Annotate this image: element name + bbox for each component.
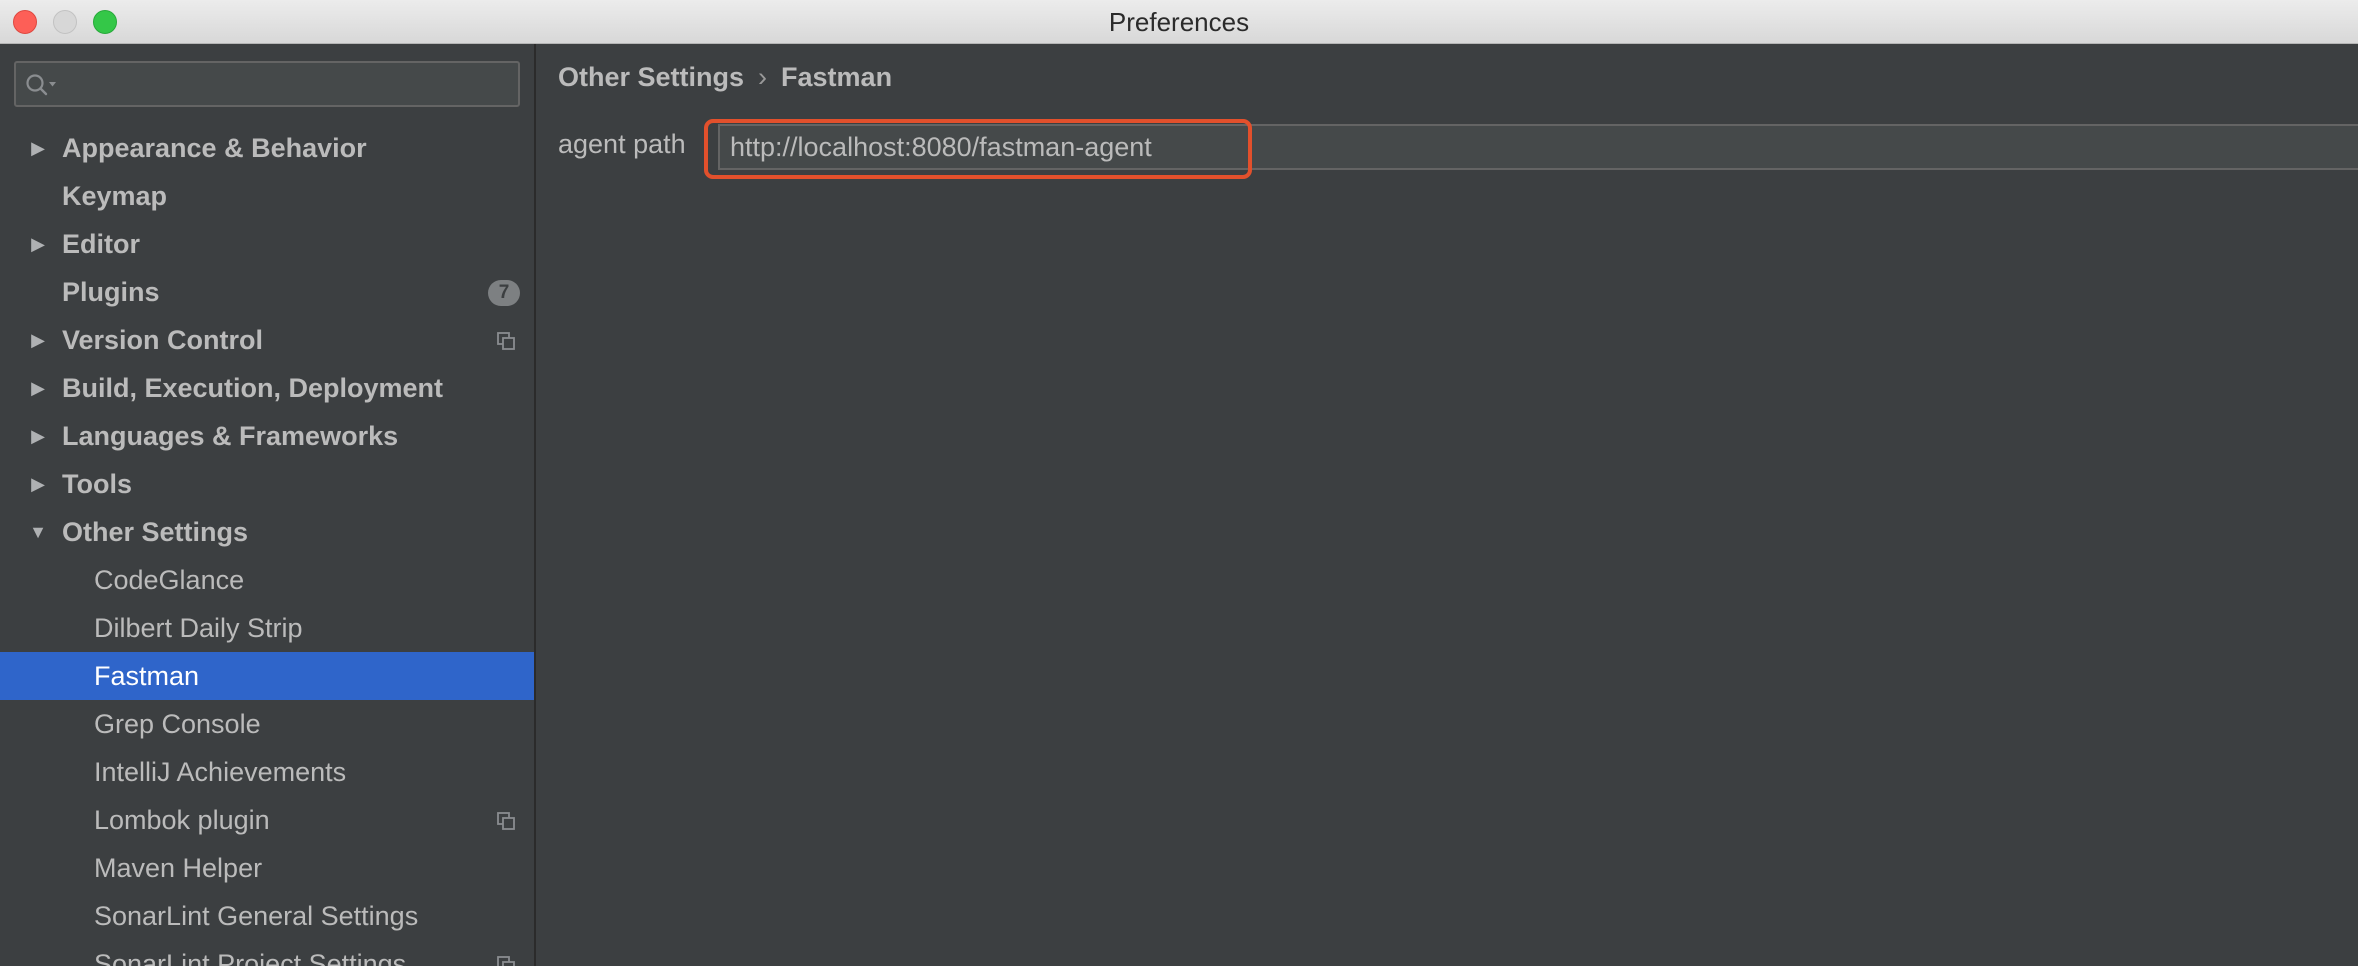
settings-tree: ▶ Appearance & Behavior Keymap ▶ Editor … [0,124,534,966]
breadcrumb-current: Fastman [781,62,893,92]
tree-item-label: Tools [62,469,132,499]
tree-item-build-execution-deployment[interactable]: ▶ Build, Execution, Deployment [0,364,534,412]
tree-item-codeglance[interactable]: CodeGlance [0,556,534,604]
tree-item-plugins[interactable]: Plugins 7 [0,268,534,316]
tree-item-label: Other Settings [62,517,249,547]
tree-item-intellij-achievements[interactable]: IntelliJ Achievements [0,748,534,796]
project-settings-icon [497,332,515,350]
tree-item-label: Editor [62,229,140,259]
tree-item-label: Version Control [62,325,264,355]
expand-arrow-icon[interactable]: ▶ [26,124,50,172]
expand-arrow-icon[interactable]: ▶ [26,316,50,364]
tree-item-languages-frameworks[interactable]: ▶ Languages & Frameworks [0,412,534,460]
tree-item-version-control[interactable]: ▶ Version Control [0,316,534,364]
tree-item-keymap[interactable]: Keymap [0,172,534,220]
tree-item-fastman[interactable]: Fastman [0,652,534,700]
tree-item-grep-console[interactable]: Grep Console [0,700,534,748]
window-title: Preferences [1108,7,1250,37]
agent-path-label: agent path [558,129,686,159]
tree-item-label: CodeGlance [94,565,245,595]
title-bar: Preferences [0,0,2358,44]
tree-item-editor[interactable]: ▶ Editor [0,220,534,268]
tree-item-sonarlint-general-settings[interactable]: SonarLint General Settings [0,892,534,940]
breadcrumb-separator-icon: › [758,62,768,92]
breadcrumb-parent: Other Settings [558,62,745,92]
expand-arrow-icon[interactable]: ▶ [26,220,50,268]
tree-item-label: SonarLint Project Settings [94,949,407,966]
tree-item-dilbert-daily-strip[interactable]: Dilbert Daily Strip [0,604,534,652]
tree-item-label: Grep Console [94,709,261,739]
tree-item-label: Fastman [94,661,200,691]
tree-item-maven-helper[interactable]: Maven Helper [0,844,534,892]
tree-item-tools[interactable]: ▶ Tools [0,460,534,508]
settings-sidebar: ▶ Appearance & Behavior Keymap ▶ Editor … [0,44,536,966]
collapse-arrow-icon[interactable]: ▼ [26,508,50,556]
tree-item-other-settings[interactable]: ▼ Other Settings [0,508,534,556]
tree-item-label: Appearance & Behavior [62,133,367,163]
preferences-window: Preferences ▶ Appearance & Behavior Keym… [0,0,2358,966]
tree-item-label: SonarLint General Settings [94,901,419,931]
settings-search-input[interactable] [14,61,520,107]
tree-item-label: Maven Helper [94,853,263,883]
breadcrumb: Other Settings › Fastman [558,59,892,95]
settings-content-panel: Other Settings › Fastman agent path [538,44,2358,966]
expand-arrow-icon[interactable]: ▶ [26,460,50,508]
tree-item-label: Build, Execution, Deployment [62,373,444,403]
tree-item-sonarlint-project-settings[interactable]: SonarLint Project Settings [0,940,534,966]
tree-item-lombok-plugin[interactable]: Lombok plugin [0,796,534,844]
tree-item-label: Languages & Frameworks [62,421,399,451]
tree-item-appearance-behavior[interactable]: ▶ Appearance & Behavior [0,124,534,172]
expand-arrow-icon[interactable]: ▶ [26,364,50,412]
plugins-update-badge: 7 [488,280,520,306]
expand-arrow-icon[interactable]: ▶ [26,412,50,460]
project-settings-icon [497,812,515,830]
agent-path-input[interactable] [718,124,2358,170]
tree-item-label: Plugins [62,277,160,307]
tree-item-label: IntelliJ Achievements [94,757,347,787]
project-settings-icon [497,956,515,966]
tree-item-label: Dilbert Daily Strip [94,613,303,643]
tree-item-label: Lombok plugin [94,805,270,835]
search-icon [26,74,56,96]
tree-item-label: Keymap [62,181,168,211]
